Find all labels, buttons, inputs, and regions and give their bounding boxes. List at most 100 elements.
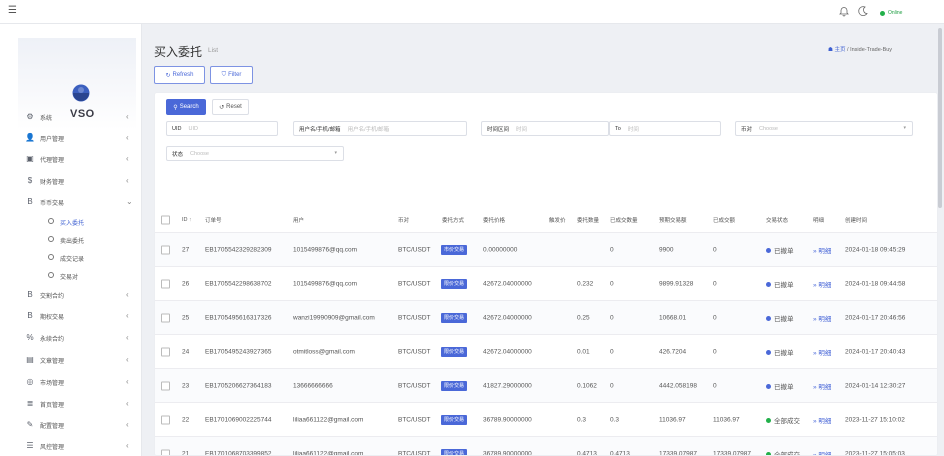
sidebar-item-label: 卖出委托 xyxy=(60,239,85,245)
sidebar-item-system[interactable]: ⚙ 系统 ‹ xyxy=(0,108,141,126)
order-type-badge: 限价交易 xyxy=(441,346,468,357)
row-checkbox[interactable] xyxy=(161,381,170,390)
time-end-field[interactable]: To 时间 xyxy=(609,121,721,136)
sidebar-item-delivery-contracts[interactable]: B 交割合约 ‹ xyxy=(0,286,141,304)
row-user: otmitloss@gmail.com xyxy=(293,348,355,355)
link-icon: % xyxy=(26,333,34,342)
row-pair: BTC/USDT xyxy=(398,450,431,456)
coin-pair-select[interactable]: 币对 Choose ▾ xyxy=(735,121,913,136)
table-row[interactable]: 22 EB1701069002225744 liliaa661122@gmail.c… xyxy=(155,403,937,437)
sidebar-item-agents[interactable]: ▣ 代理管理 ‹ xyxy=(0,150,141,168)
sidebar-item-trade-records[interactable]: 成交记录 xyxy=(0,249,141,267)
row-filled-amount: 11036.97 xyxy=(713,416,740,423)
sidebar-item-label: 风控管理 xyxy=(40,445,65,451)
sidebar-item-users[interactable]: 👤 用户管理 ‹ xyxy=(0,129,141,147)
status-select[interactable]: 状态 Choose ▾ xyxy=(166,146,344,161)
detail-link[interactable]: » 明细 xyxy=(813,245,831,255)
hamburger-icon[interactable]: ☰ xyxy=(8,5,17,16)
sidebar-item-label: 市场管理 xyxy=(40,381,65,387)
detail-link[interactable]: » 明细 xyxy=(813,279,831,289)
detail-link[interactable]: » 明细 xyxy=(813,347,831,357)
row-filled-amount: 0 xyxy=(713,382,717,389)
table-row[interactable]: 25 EB1705495616317326 wanzi19990909@gmail.… xyxy=(155,301,937,335)
column-header-filled: 已成交额 xyxy=(713,217,736,224)
sidebar-item-config[interactable]: ✎ 配置管理 ‹ xyxy=(0,416,141,434)
filter-button[interactable]: ⛉ Filter xyxy=(210,66,253,84)
sidebar-item-sell-orders[interactable]: 卖出委托 xyxy=(0,231,141,249)
list-icon: ☰ xyxy=(26,441,34,450)
sidebar-item-risk-control[interactable]: ☰ 风控管理 ‹ xyxy=(0,437,141,455)
table-row[interactable]: 24 EB1705495243927365 otmitloss@gmail.com B… xyxy=(155,335,937,369)
breadcrumb-home[interactable]: 主页 xyxy=(834,47,845,53)
row-checkbox[interactable] xyxy=(161,415,170,424)
moon-icon[interactable] xyxy=(857,5,869,17)
chevron-down-icon: ▾ xyxy=(903,125,906,131)
refresh-icon: ↻ xyxy=(165,72,171,79)
detail-link[interactable]: » 明细 xyxy=(813,449,831,456)
table-row[interactable]: 26 EB1705542298638702 1015499876@qq.com BTC… xyxy=(155,267,937,301)
breadcrumb-separator: / xyxy=(847,47,849,53)
sidebar-item-label: 交割合约 xyxy=(40,294,65,300)
menu-icon: ≣ xyxy=(26,399,34,408)
detail-label: 明细 xyxy=(818,315,832,323)
row-checkbox[interactable] xyxy=(161,279,170,288)
row-expected-amount: 17339.07987 xyxy=(659,450,697,456)
time-start-placeholder: 时间 xyxy=(516,126,528,133)
sidebar-item-homepage[interactable]: ≣ 首页管理 ‹ xyxy=(0,395,141,413)
coin-pair-label: 币对 xyxy=(741,126,753,133)
column-header-id[interactable]: ID ↑ xyxy=(182,217,192,223)
sidebar-item-finance[interactable]: $ 财务管理 ‹ xyxy=(0,172,141,190)
online-status[interactable]: Online xyxy=(880,10,902,16)
time-start-field[interactable]: 时间区间 时间 xyxy=(481,121,609,136)
users-icon: 👤 xyxy=(25,133,35,142)
row-filled-quantity: 0 xyxy=(610,348,614,355)
detail-link[interactable]: » 明细 xyxy=(813,381,831,391)
row-user: liliaa661122@gmail.com xyxy=(293,450,364,456)
chevron-left-icon: ‹ xyxy=(126,154,129,163)
globe-icon: ◎ xyxy=(26,377,34,386)
bell-icon[interactable] xyxy=(838,5,850,17)
user-field[interactable]: 用户名/手机/邮箱 用户名/手机/邮箱 xyxy=(293,121,467,136)
table-row[interactable]: 27 EB1705542329282309 1015499876@qq.com BTC… xyxy=(155,233,937,267)
detail-link[interactable]: » 明细 xyxy=(813,415,831,425)
page-scrollbar[interactable] xyxy=(938,28,942,208)
sidebar-item-buy-orders[interactable]: 买入委托 xyxy=(0,213,141,231)
table-row[interactable]: 21 EB1701068703399852 liliaa661122@gmail.c… xyxy=(155,437,937,456)
sidebar-item-markets[interactable]: ◎ 市场管理 ‹ xyxy=(0,373,141,391)
row-checkbox[interactable] xyxy=(161,245,170,254)
uid-placeholder: UID xyxy=(188,125,198,132)
detail-label: 明细 xyxy=(818,383,832,391)
row-filled-amount: 0 xyxy=(713,246,717,253)
chevron-left-icon: ‹ xyxy=(126,441,129,450)
sort-icon[interactable]: ↑ xyxy=(189,217,192,223)
row-pair: BTC/USDT xyxy=(398,314,431,321)
row-checkbox[interactable] xyxy=(161,313,170,322)
sidebar-item-coin-trading[interactable]: B 币币交易 ⌄ xyxy=(0,193,141,211)
column-header-time: 创建时间 xyxy=(845,217,868,224)
row-filled-quantity: 0 xyxy=(610,246,614,253)
reset-button[interactable]: ↺ Reset xyxy=(212,99,249,115)
search-button[interactable]: ⚲ Search xyxy=(166,99,206,115)
uid-field[interactable]: UID UID xyxy=(166,121,278,136)
sidebar-item-articles[interactable]: ▤ 文章管理 ‹ xyxy=(0,351,141,369)
row-checkbox[interactable] xyxy=(161,449,170,455)
row-price: 36789.90000000 xyxy=(483,416,532,423)
row-user: liliaa661122@gmail.com xyxy=(293,416,364,423)
select-all-checkbox[interactable] xyxy=(161,215,170,224)
detail-label: 明细 xyxy=(818,417,832,425)
row-checkbox[interactable] xyxy=(161,347,170,356)
row-pair: BTC/USDT xyxy=(398,382,431,389)
status-dot-icon xyxy=(766,248,771,254)
reset-label: Reset xyxy=(226,104,242,110)
detail-link[interactable]: » 明细 xyxy=(813,313,831,323)
status-text: 已撤单 xyxy=(774,349,794,357)
status-dot-icon xyxy=(766,282,771,288)
refresh-button[interactable]: ↻ Refresh xyxy=(154,66,205,84)
table-row[interactable]: 23 EB1705206627364183 13666666666 BTC/USDT 4… xyxy=(155,369,937,403)
sidebar-item-options[interactable]: B 期权交易 ‹ xyxy=(0,307,141,325)
sidebar-item-trading-pairs[interactable]: 交易对 xyxy=(0,267,141,285)
sidebar-item-label: 永续合约 xyxy=(40,337,65,343)
detail-label: 明细 xyxy=(818,281,832,289)
row-status: 全部成交 xyxy=(766,415,800,425)
sidebar-item-perpetual[interactable]: % 永续合约 ‹ xyxy=(0,329,141,347)
